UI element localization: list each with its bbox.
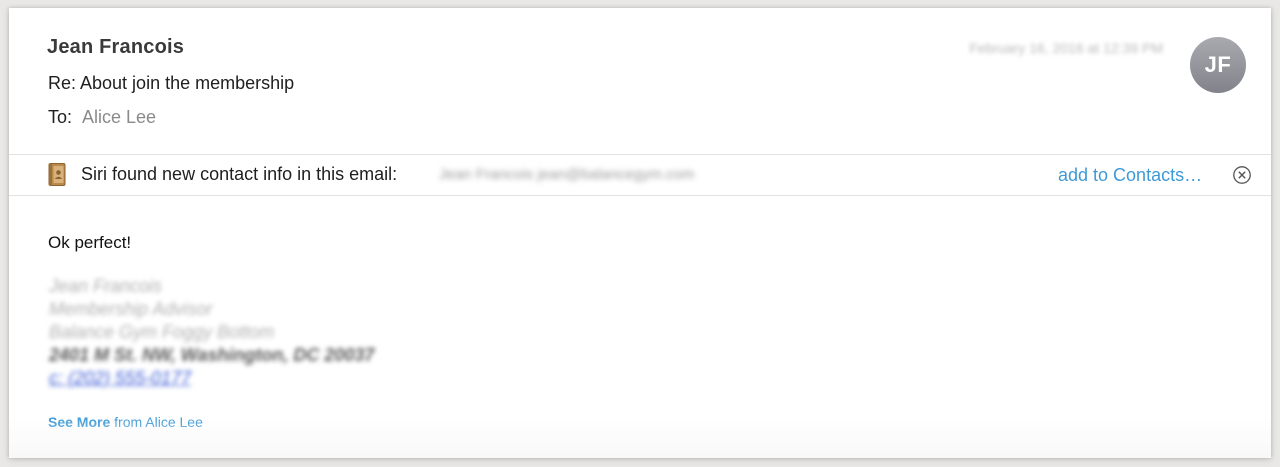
to-recipient[interactable]: Alice Lee: [82, 107, 156, 127]
signature-phone[interactable]: c: (202) 555-0177: [49, 367, 374, 390]
see-more-label: See More: [48, 414, 111, 430]
email-card: Jean Francois Re: About join the members…: [9, 8, 1271, 458]
siri-found-contact: Jean Francois jean@balancegym.com: [439, 166, 695, 183]
email-date: February 16, 2016 at 12:39 PM: [969, 40, 1163, 56]
email-subject: Re: About join the membership: [48, 73, 295, 93]
sender-name[interactable]: Jean Francois: [47, 36, 184, 59]
close-circle-icon[interactable]: [1233, 166, 1251, 184]
signature-block: Jean Francois Membership Advisor Balance…: [49, 275, 374, 390]
add-to-contacts-link[interactable]: add to Contacts…: [1058, 165, 1202, 186]
siri-suggestion-bar: Siri found new contact info in this emai…: [9, 154, 1271, 196]
contacts-book-icon: [48, 163, 66, 186]
avatar[interactable]: JF: [1190, 37, 1246, 93]
to-line: To: Alice Lee: [48, 107, 156, 128]
to-label: To:: [48, 107, 73, 127]
see-more-link[interactable]: See More from Alice Lee: [48, 414, 203, 430]
signature-line: Balance Gym Foggy Bottom: [49, 322, 275, 342]
siri-found-text: Siri found new contact info in this emai…: [81, 164, 398, 184]
signature-line: Jean Francois: [49, 276, 163, 296]
see-more-from: from Alice Lee: [110, 414, 203, 430]
email-body: Ok perfect! Jean Francois Membership Adv…: [9, 195, 1271, 458]
signature-address: 2401 M St. NW, Washington, DC 20037: [49, 345, 375, 365]
signature-line: Membership Advisor: [49, 299, 213, 319]
avatar-initials: JF: [1204, 52, 1232, 77]
email-header: Jean Francois Re: About join the members…: [9, 8, 1271, 154]
message-text: Ok perfect!: [48, 233, 132, 252]
